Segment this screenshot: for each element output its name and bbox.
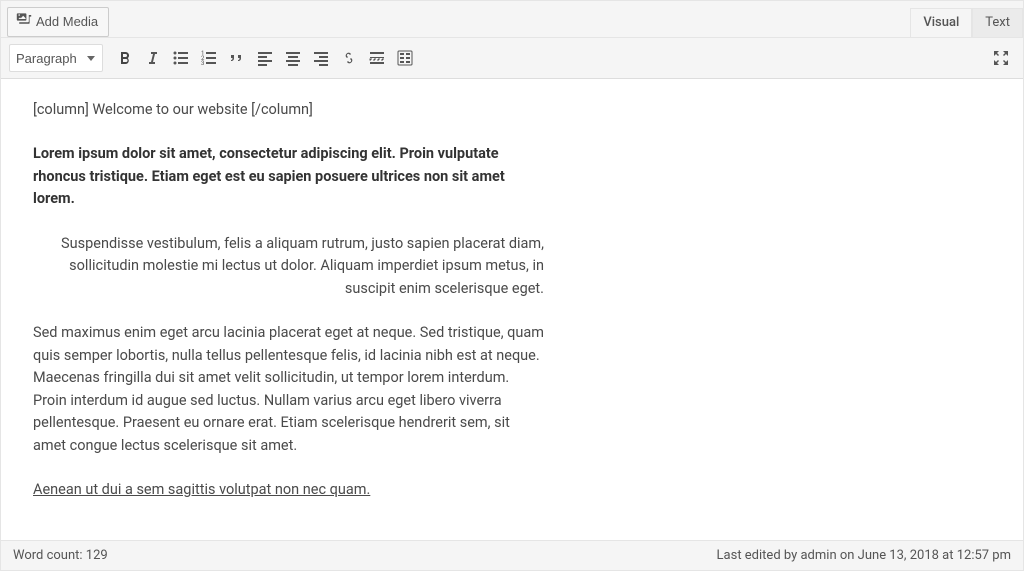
paragraph-body[interactable]: Sed maximus enim eget arcu lacinia place… [33,322,544,457]
italic-button[interactable] [139,44,167,72]
toolbar-toggle-button[interactable] [391,44,419,72]
paragraph-underline[interactable]: Aenean ut dui a sem sagittis volutpat no… [33,479,544,501]
editor-container: Add Media Visual Text Paragraph 123 [col… [0,0,1024,571]
top-row: Add Media Visual Text [1,1,1023,37]
svg-text:3: 3 [201,60,204,67]
bullet-list-button[interactable] [167,44,195,72]
last-edited: Last edited by admin on June 13, 2018 at… [717,548,1011,563]
add-media-button[interactable]: Add Media [7,7,109,37]
numbered-list-button[interactable]: 123 [195,44,223,72]
read-more-button[interactable] [363,44,391,72]
align-right-button[interactable] [307,44,335,72]
format-select-wrap: Paragraph [9,44,103,72]
align-center-button[interactable] [279,44,307,72]
tab-visual[interactable]: Visual [910,8,972,38]
align-left-button[interactable] [251,44,279,72]
editor-toolbar: Paragraph 123 [1,37,1023,79]
format-select[interactable]: Paragraph [9,44,103,72]
add-media-label: Add Media [36,13,98,31]
content-area[interactable]: [column] Welcome to our website [/column… [1,79,1023,540]
fullscreen-button[interactable] [987,44,1015,72]
content-body: [column] Welcome to our website [/column… [1,79,566,540]
paragraph-shortcode[interactable]: [column] Welcome to our website [/column… [33,99,544,121]
word-count: Word count: 129 [13,548,108,563]
status-bar: Word count: 129 Last edited by admin on … [1,540,1023,570]
media-icon [16,11,36,32]
tab-text[interactable]: Text [972,8,1023,38]
editor-tabs: Visual Text [910,7,1023,37]
paragraph-quote[interactable]: Suspendisse vestibulum, felis a aliquam … [33,233,544,300]
quote-button[interactable] [223,44,251,72]
paragraph-bold[interactable]: Lorem ipsum dolor sit amet, consectetur … [33,143,544,210]
link-button[interactable] [335,44,363,72]
bold-button[interactable] [111,44,139,72]
